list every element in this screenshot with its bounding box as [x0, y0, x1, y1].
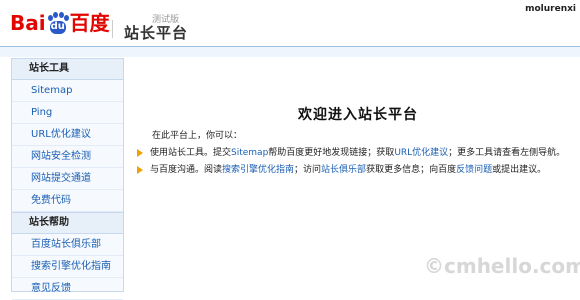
bullet2-prefix: 与百度沟通。阅读 — [150, 165, 223, 175]
feedback-link[interactable]: 反馈问题 — [456, 165, 492, 175]
sidebar-item-security-check[interactable]: 网站安全检测 — [12, 146, 123, 168]
sidebar-item-ping[interactable]: Ping — [12, 102, 123, 124]
bullet1-middle: 帮助百度更好地发现链接；获取 — [268, 148, 395, 158]
seo-guide-link[interactable]: 搜索引擎优化指南 — [222, 165, 294, 175]
intro-text: 在此平台上，你可以： — [152, 131, 243, 141]
site-title[interactable]: 站长平台 — [124, 22, 188, 43]
sidebar-item-webmaster-club[interactable]: 百度站长俱乐部 — [12, 234, 123, 256]
sidebar-item-submit-channel[interactable]: 网站提交通道 — [12, 168, 123, 190]
username-link[interactable]: molurenxi — [525, 4, 576, 14]
sidebar-item-seo-guide[interactable]: 搜索引擎优化指南 — [12, 256, 123, 278]
bullet1-prefix: 使用站长工具。提交 — [150, 148, 232, 158]
sidebar-item-url-advice[interactable]: URL优化建议 — [12, 124, 123, 146]
header-bar — [0, 47, 580, 57]
sidebar-nav: 站长工具 Sitemap Ping URL优化建议 网站安全检测 网站提交通道 … — [11, 58, 124, 300]
bullet-arrow-icon — [137, 165, 143, 174]
sidebar-item-free-code[interactable]: 免费代码 — [12, 190, 123, 212]
webmaster-club-link[interactable]: 站长俱乐部 — [321, 165, 366, 175]
watermark: ©cmhello.com — [424, 254, 580, 278]
bullet2-middle1: ；访问 — [294, 165, 322, 175]
header: Bai du 百度 测试版 站长平台 molurenxi — [0, 0, 580, 46]
url-advice-link[interactable]: URL优化建议 — [394, 148, 448, 158]
paw-icon: du — [47, 12, 69, 34]
logo-wordmark: 百度 — [69, 11, 110, 35]
bullet-arrow-icon — [137, 148, 143, 157]
sidebar-section-help: 站长帮助 — [12, 212, 123, 234]
sitemap-link[interactable]: Sitemap — [231, 148, 268, 158]
bullet1-suffix: ；更多工具请查看左侧导航。 — [448, 148, 566, 158]
logo-du-text: du — [50, 21, 65, 32]
sidebar-section-tools: 站长工具 — [12, 59, 123, 80]
list-item-communicate: 与百度沟通。阅读搜索引擎优化指南；访问站长俱乐部获取更多信息；向百度反馈问题或提… — [137, 162, 546, 175]
page-title: 欢迎进入站长平台 — [298, 107, 418, 123]
logo-bai-text: Bai — [10, 11, 46, 35]
list-item-tools: 使用站长工具。提交Sitemap帮助百度更好地发现链接；获取URL优化建议；更多… — [137, 145, 565, 158]
sidebar-item-feedback[interactable]: 意见反馈 — [12, 278, 123, 300]
baidu-logo[interactable]: Bai du 百度 — [10, 12, 110, 34]
bullet2-suffix: 或提出建议。 — [492, 165, 547, 175]
sidebar-item-sitemap[interactable]: Sitemap — [12, 80, 123, 102]
header-divider — [112, 20, 113, 38]
bullet2-middle2: 获取更多信息；向百度 — [366, 165, 457, 175]
